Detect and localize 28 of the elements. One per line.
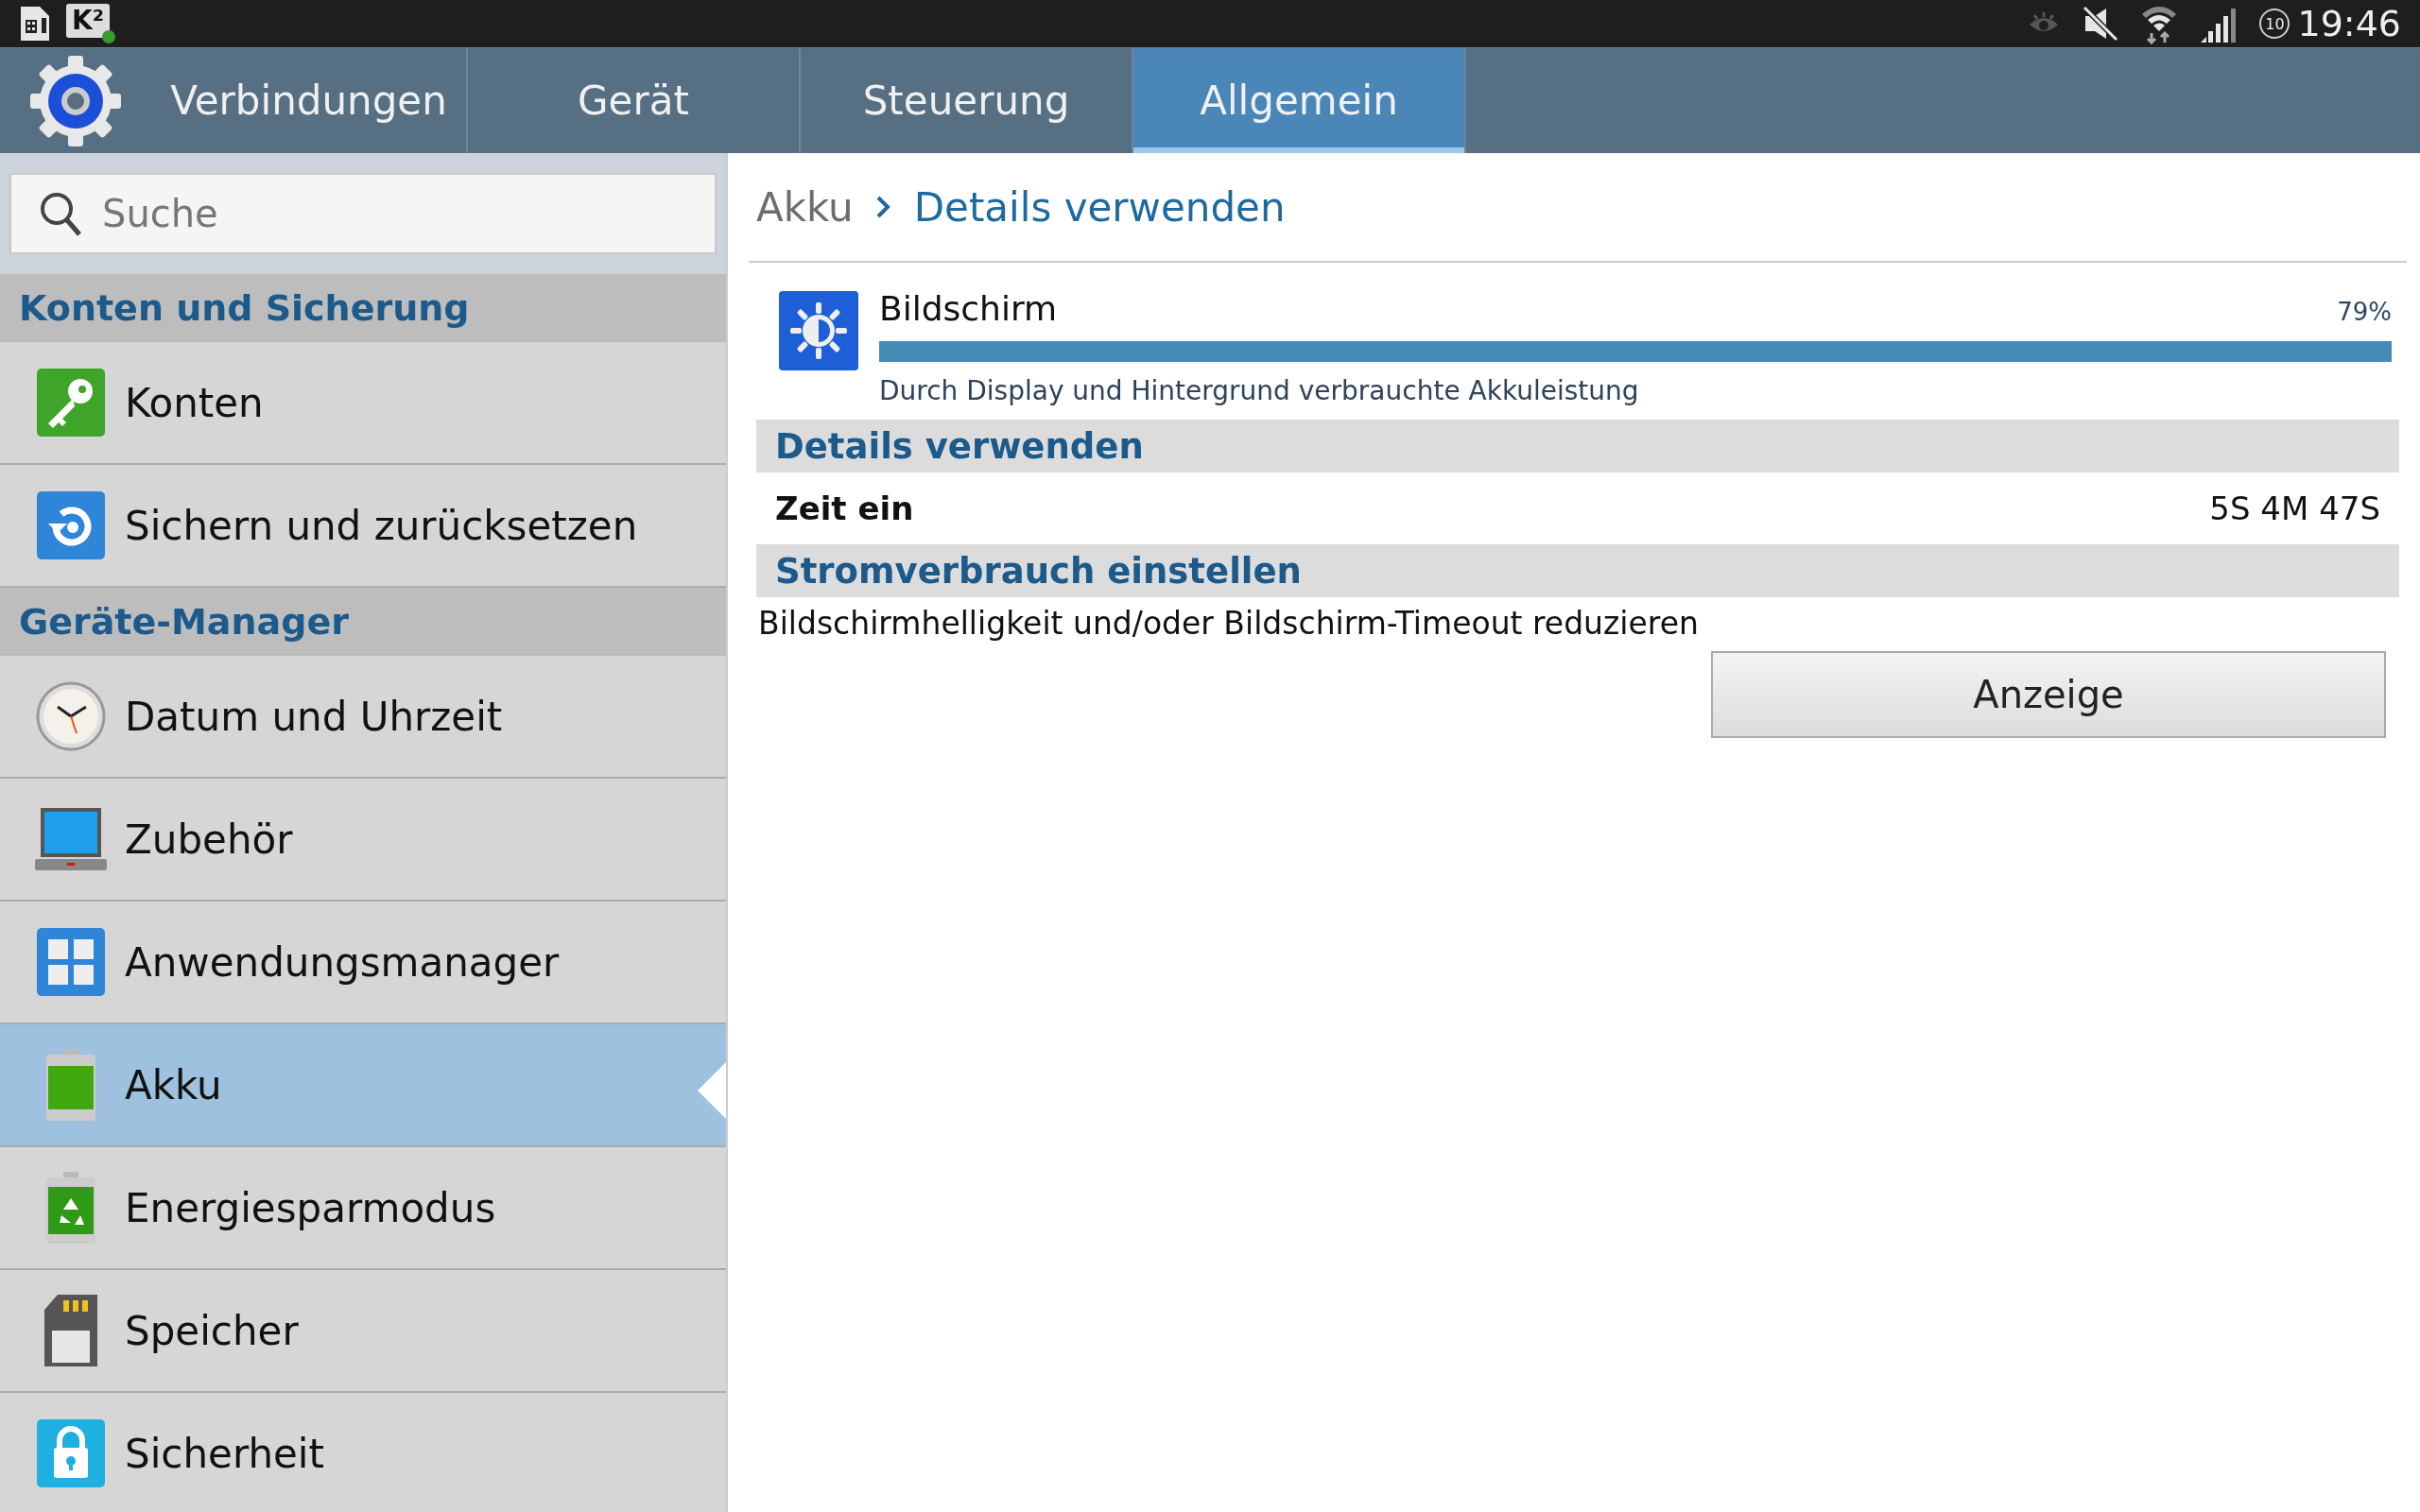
breadcrumb-item[interactable]: Akku	[756, 183, 854, 231]
usage-percent: 79%	[2337, 298, 2392, 326]
restore-icon	[35, 490, 107, 561]
lock-icon	[35, 1418, 107, 1489]
sidebar-item[interactable]: Akku	[0, 1024, 726, 1147]
detail-value: 5S 4M 47S	[2209, 490, 2380, 527]
settings-icon	[28, 53, 123, 148]
search-field[interactable]: Suche	[9, 173, 717, 254]
clock-icon	[35, 680, 107, 752]
sim-card-icon	[19, 5, 51, 43]
key-icon	[35, 367, 107, 438]
brightness-icon	[777, 289, 860, 372]
grid-icon	[35, 926, 107, 998]
section-header: Geräte-Manager	[0, 588, 726, 656]
usage-description: Durch Display und Hintergrund verbrauchte Akkuleistung	[879, 375, 1640, 406]
usage-name: Bildschirm	[879, 289, 1058, 328]
timer-badge: 10	[2259, 9, 2290, 39]
selection-pointer	[698, 1062, 726, 1119]
display-button[interactable]: Anzeige	[1711, 651, 2386, 738]
laptop-icon	[33, 806, 109, 872]
detail-label: Zeit ein	[775, 490, 914, 527]
section-header: Details verwenden	[756, 420, 2399, 472]
section-header: Konten und Sicherung	[0, 274, 726, 342]
clock-time: 19:46	[2297, 3, 2401, 44]
hint-text: Bildschirmhelligkeit und/oder Bildschirm-Timeout reduzieren	[757, 604, 1700, 644]
section-header: Stromverbrauch einstellen	[756, 544, 2399, 597]
breadcrumb-item: Details verwenden	[913, 183, 1286, 231]
mute-icon	[2082, 5, 2120, 43]
